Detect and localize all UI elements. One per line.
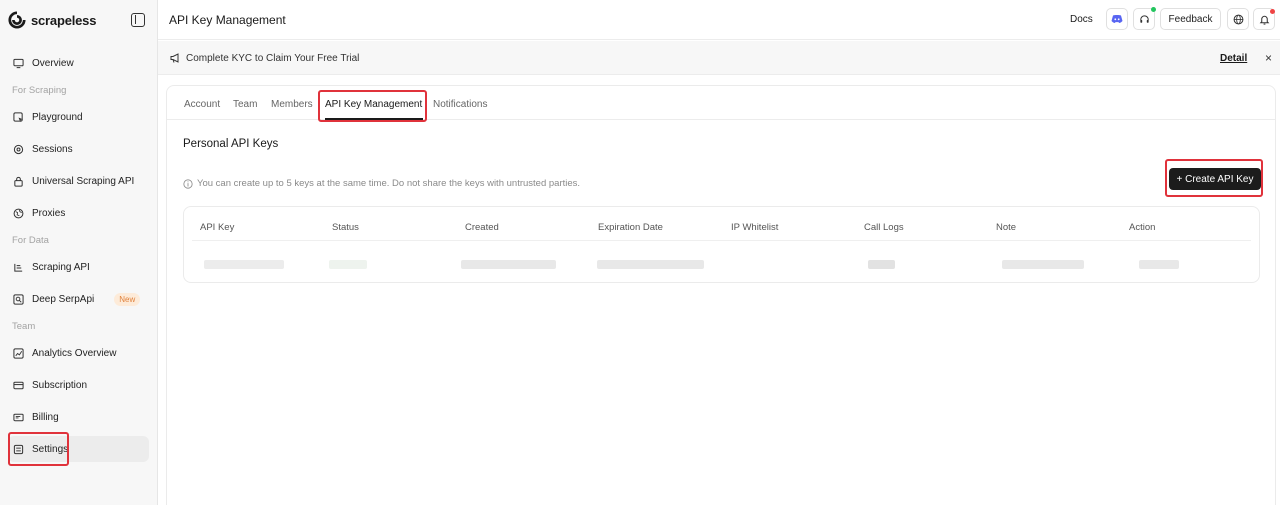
loading-placeholder xyxy=(204,260,284,269)
sidebar-item-label: Deep SerpApi xyxy=(32,293,95,305)
sidebar-item-label: Scraping API xyxy=(32,261,90,273)
tab-team[interactable]: Team xyxy=(233,99,257,110)
sidebar-item-analytics-overview[interactable]: Analytics Overview xyxy=(8,340,149,366)
create-api-key-button[interactable]: + Create API Key xyxy=(1169,168,1261,190)
sidebar-item-scraping-api[interactable]: Scraping API xyxy=(8,254,149,280)
sidebar-item-label: Subscription xyxy=(32,379,88,391)
loading-placeholder xyxy=(868,260,895,269)
sidebar-item-label: Overview xyxy=(32,57,74,69)
column-header: Action xyxy=(1129,222,1156,233)
playground-icon xyxy=(12,111,24,123)
discord-button[interactable] xyxy=(1106,8,1128,30)
feedback-button[interactable]: Feedback xyxy=(1160,8,1221,30)
search-icon xyxy=(12,293,24,305)
loading-placeholder xyxy=(1002,260,1084,269)
docs-link[interactable]: Docs xyxy=(1070,14,1093,25)
column-header: Note xyxy=(996,222,1017,233)
info-text: You can create up to 5 keys at the same … xyxy=(197,178,581,189)
headset-icon xyxy=(1139,14,1149,23)
online-indicator xyxy=(1151,7,1156,12)
sidebar-item-overview[interactable]: Overview xyxy=(8,50,149,76)
settings-panel: Account Team Members API Key Management … xyxy=(166,85,1276,505)
scraping-icon xyxy=(12,261,24,273)
notifications-button[interactable] xyxy=(1253,8,1275,30)
scrapeless-logo-icon xyxy=(8,11,26,29)
loading-placeholder xyxy=(1139,260,1179,269)
sidebar-item-label: Billing xyxy=(32,411,59,423)
loading-placeholder xyxy=(461,260,556,269)
sidebar: scrapeless Overview For Scraping Playgro… xyxy=(0,0,158,505)
language-button[interactable] xyxy=(1227,8,1249,30)
banner-text: Complete KYC to Claim Your Free Trial xyxy=(186,53,360,64)
billing-icon xyxy=(12,411,24,423)
settings-tabs: Account Team Members API Key Management … xyxy=(167,86,1275,120)
page-title: API Key Management xyxy=(169,13,286,27)
sidebar-item-label: Universal Scraping API xyxy=(32,175,135,187)
top-header: API Key Management Docs Feedback xyxy=(158,0,1280,40)
brand[interactable]: scrapeless xyxy=(8,11,96,29)
monitor-icon xyxy=(12,57,24,69)
tab-account[interactable]: Account xyxy=(184,99,220,110)
bell-icon xyxy=(1259,15,1269,25)
kyc-banner: Complete KYC to Claim Your Free Trial De… xyxy=(158,41,1280,75)
globe-icon xyxy=(1233,14,1243,24)
section-label-scraping: For Scraping xyxy=(12,85,67,96)
tab-api-key-management[interactable]: API Key Management xyxy=(325,99,422,110)
sidebar-toggle-icon[interactable] xyxy=(131,13,145,27)
sidebar-item-subscription[interactable]: Subscription xyxy=(8,372,149,398)
discord-icon xyxy=(1111,14,1123,23)
column-header: Call Logs xyxy=(864,222,904,233)
sidebar-item-playground[interactable]: Playground xyxy=(8,104,149,130)
lock-icon xyxy=(12,175,24,187)
sidebar-item-label: Analytics Overview xyxy=(32,347,117,359)
section-title: Personal API Keys xyxy=(183,138,279,150)
sidebar-item-universal-scraping-api[interactable]: Universal Scraping API xyxy=(8,168,149,194)
sidebar-item-label: Settings xyxy=(32,443,69,455)
notification-dot xyxy=(1270,9,1275,14)
support-button[interactable] xyxy=(1133,7,1156,30)
column-header: Created xyxy=(465,222,499,233)
sidebar-item-billing[interactable]: Billing xyxy=(8,404,149,430)
info-message: You can create up to 5 keys at the same … xyxy=(183,178,580,189)
api-keys-table: API Key Status Created Expiration Date I… xyxy=(183,206,1260,283)
sidebar-item-label: Sessions xyxy=(32,143,73,155)
section-label-team: Team xyxy=(12,321,36,332)
column-header: IP Whitelist xyxy=(731,222,779,233)
sidebar-item-settings[interactable]: Settings xyxy=(8,436,149,462)
column-header: Expiration Date xyxy=(598,222,663,233)
sidebar-item-label: Proxies xyxy=(32,207,66,219)
megaphone-icon xyxy=(170,53,179,63)
tab-notifications[interactable]: Notifications xyxy=(433,99,487,110)
close-icon[interactable]: × xyxy=(1265,51,1272,65)
header-divider xyxy=(192,240,1251,241)
column-header: API Key xyxy=(200,222,235,233)
column-header: Status xyxy=(332,222,359,233)
card-icon xyxy=(12,379,24,391)
chart-icon xyxy=(12,347,24,359)
sidebar-item-proxies[interactable]: Proxies xyxy=(8,200,149,226)
settings-icon xyxy=(12,443,24,455)
banner-detail-link[interactable]: Detail xyxy=(1220,53,1247,64)
loading-placeholder xyxy=(597,260,704,269)
globe-icon xyxy=(12,207,24,219)
info-icon xyxy=(183,178,193,189)
tab-members[interactable]: Members xyxy=(271,99,313,110)
sidebar-item-sessions[interactable]: Sessions xyxy=(8,136,149,162)
sidebar-item-label: Playground xyxy=(32,111,83,123)
active-tab-indicator xyxy=(325,118,423,120)
new-badge: New xyxy=(114,292,141,306)
sessions-icon xyxy=(12,143,24,155)
brand-name: scrapeless xyxy=(31,12,97,28)
loading-placeholder xyxy=(329,260,367,269)
sidebar-item-deep-serpapi[interactable]: Deep SerpApi New xyxy=(8,286,149,312)
section-label-data: For Data xyxy=(12,235,49,246)
